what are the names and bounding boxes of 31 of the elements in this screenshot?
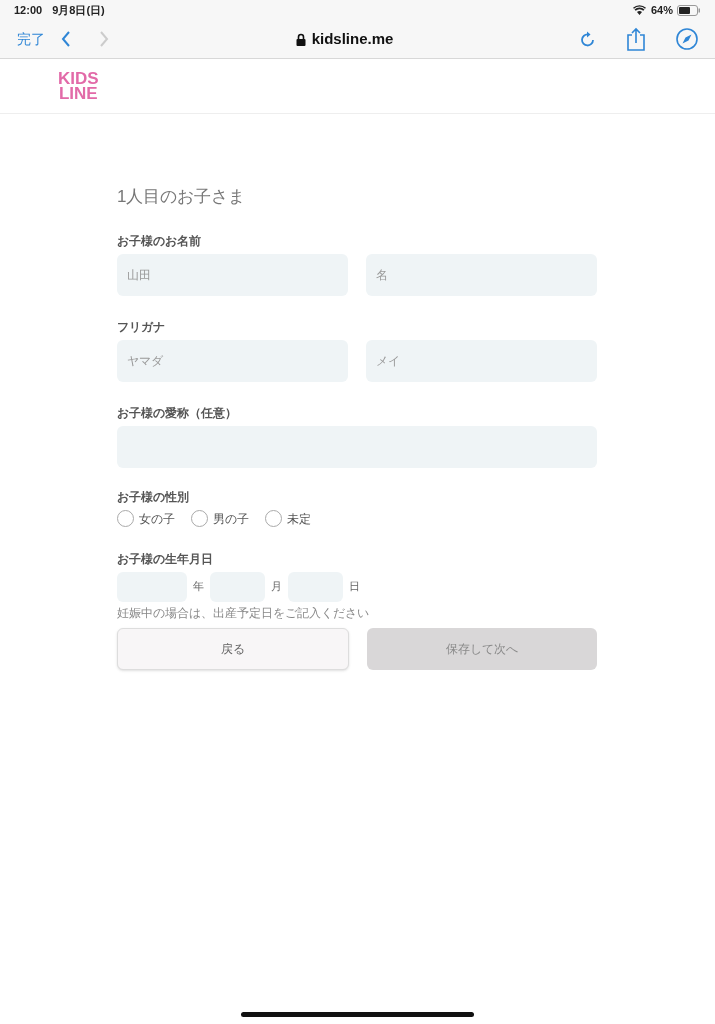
done-button[interactable]: 完了 (17, 28, 45, 50)
url-text[interactable]: kidsline.me (311, 27, 394, 51)
status-date: 9月8日(日) (52, 2, 105, 18)
form-title: 1人目のお子さま (117, 186, 247, 208)
field-label: お子様のお名前 (117, 232, 202, 250)
radio-option[interactable]: 男の子 (191, 509, 249, 528)
text-field[interactable]: 名 (366, 253, 597, 296)
battery-percent: 64% (650, 2, 673, 18)
wifi-icon (632, 5, 646, 15)
text-field[interactable]: 山田 (117, 253, 348, 296)
compass-icon[interactable] (676, 28, 698, 50)
unit-label: 月 (271, 579, 282, 595)
status-time: 12:00 (14, 2, 43, 18)
help-text: 妊娠中の場合は、出産予定日をご記入ください (117, 604, 370, 622)
share-icon[interactable] (626, 27, 646, 51)
battery-icon (677, 4, 701, 16)
radio-option[interactable]: 女の子 (117, 509, 175, 528)
unit-label: 年 (193, 579, 204, 595)
text-field[interactable]: ヤマダ (117, 339, 348, 382)
unit-label: 日 (349, 579, 360, 595)
field-label: お子様の性別 (117, 488, 190, 506)
forward-icon[interactable] (99, 31, 109, 47)
field-label: お子様の愛称（任意） (117, 404, 238, 422)
back-icon[interactable] (61, 31, 71, 47)
text-field[interactable]: メイ (366, 339, 597, 382)
lock-icon (295, 32, 306, 46)
reload-icon[interactable] (580, 30, 596, 48)
back-button[interactable]: 戻る (117, 627, 349, 670)
radio-option[interactable]: 未定 (265, 509, 311, 528)
field-label: お子様の生年月日 (117, 550, 214, 568)
field-label: フリガナ (117, 318, 166, 336)
